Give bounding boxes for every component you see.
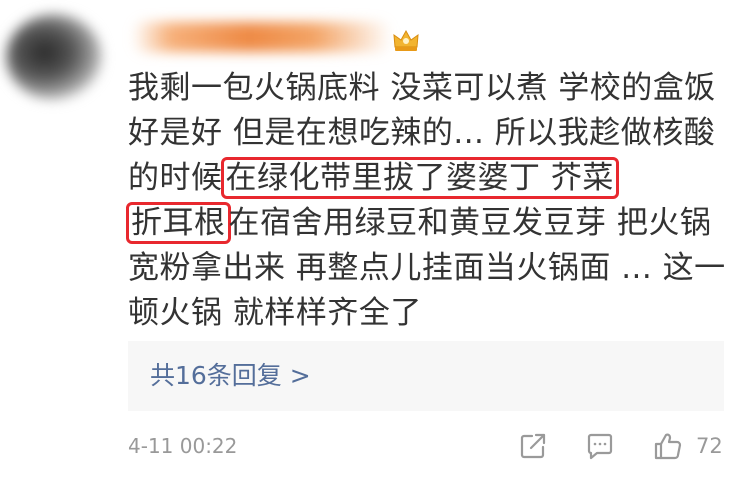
like-count: 72 (696, 434, 723, 458)
comment-text: 我剩一包火锅底料 没菜可以煮 学校的盒饭好是好 但是在想吃辣的... 所以我趁做… (126, 66, 728, 336)
view-replies-link[interactable]: 共16条回复 > (150, 358, 311, 394)
like-icon[interactable] (653, 431, 683, 461)
highlighted-phrase-1: 在绿化带里拔了婆婆丁 芥菜 (220, 157, 619, 199)
comment-icon[interactable] (585, 431, 615, 461)
highlighted-phrase-2: 折耳根 (126, 202, 231, 244)
crown-icon (392, 28, 420, 52)
share-icon[interactable] (518, 431, 548, 461)
username-blurred[interactable] (132, 22, 392, 52)
replies-box: 共16条回复 > (128, 341, 724, 411)
avatar[interactable] (6, 14, 102, 100)
comment-timestamp: 4-11 00:22 (128, 434, 238, 458)
